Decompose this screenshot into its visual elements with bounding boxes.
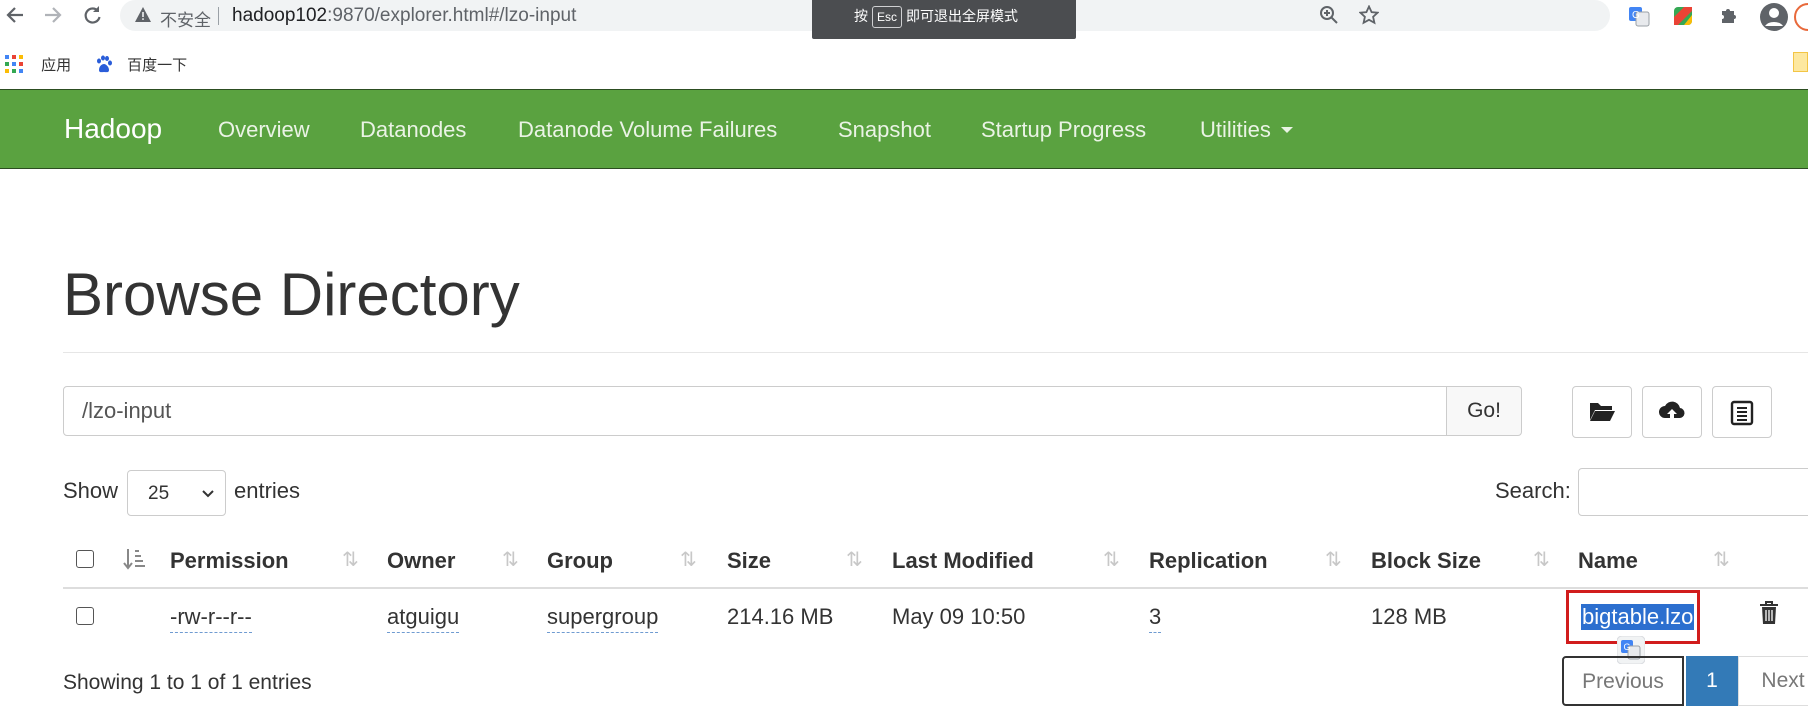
fullscreen-hint: 按 Esc 即可退出全屏模式 <box>812 0 1076 39</box>
entries-per-page-value: 25 <box>148 483 170 504</box>
cell-last-modified: May 09 10:50 <box>892 604 1026 629</box>
svg-text:G: G <box>1632 10 1640 21</box>
go-button[interactable]: Go! <box>1446 386 1522 436</box>
caret-down-icon <box>1281 127 1294 133</box>
pagination-previous[interactable]: Previous <box>1562 656 1684 706</box>
brand-logo[interactable]: Hadoop <box>64 113 162 145</box>
back-icon[interactable] <box>2 4 28 30</box>
hadoop-navbar: Hadoop Overview Datanodes Datanode Volum… <box>0 89 1808 169</box>
cell-group[interactable]: supergroup <box>547 604 659 633</box>
chevron-down-icon <box>201 471 215 536</box>
select-all-checkbox[interactable] <box>76 550 94 568</box>
search-label: Search: <box>1495 478 1571 503</box>
sort-block-size-icon[interactable]: ⇅ <box>1533 547 1550 572</box>
col-size[interactable]: Size <box>727 548 771 574</box>
sort-asc-icon[interactable] <box>123 547 145 577</box>
folder-open-icon <box>1590 403 1615 421</box>
apps-grid-icon <box>5 55 23 73</box>
bookmark-apps-label: 应用 <box>41 57 72 74</box>
other-bookmarks-folder-icon[interactable] <box>1793 52 1808 72</box>
reload-icon[interactable] <box>79 4 105 30</box>
delete-trash-icon[interactable] <box>1759 601 1779 630</box>
browser-toolbar: 不安全 hadoop102:9870/explorer.html#/lzo-in… <box>0 0 1808 39</box>
entries-label: entries <box>234 478 301 503</box>
col-permission[interactable]: Permission <box>170 548 289 574</box>
col-replication[interactable]: Replication <box>1149 548 1268 574</box>
nav-snapshot[interactable]: Snapshot <box>838 117 931 143</box>
profile-badge-icon[interactable] <box>1792 2 1808 32</box>
pagination-next[interactable]: Next <box>1738 656 1808 706</box>
nav-startup-progress[interactable]: Startup Progress <box>981 117 1146 143</box>
pagination-page-1[interactable]: 1 <box>1686 656 1738 706</box>
bookmark-apps[interactable]: 应用 <box>5 54 71 75</box>
cell-size: 214.16 MB <box>727 604 834 629</box>
sort-replication-icon[interactable]: ⇅ <box>1325 547 1342 572</box>
create-directory-button[interactable] <box>1572 386 1632 438</box>
url-path: :9870/explorer.html#/lzo-input <box>327 5 577 26</box>
omnibox-separator <box>218 7 219 25</box>
row-checkbox[interactable] <box>76 607 94 625</box>
zoom-icon[interactable] <box>1317 5 1341 29</box>
table-info: Showing 1 to 1 of 1 entries <box>63 671 312 694</box>
url-host: hadoop102 <box>232 5 328 26</box>
url-text[interactable]: hadoop102:9870/explorer.html#/lzo-input <box>232 5 576 27</box>
show-label: Show <box>63 478 119 503</box>
nav-utilities[interactable]: Utilities <box>1200 117 1294 143</box>
nav-overview[interactable]: Overview <box>218 117 310 143</box>
col-owner[interactable]: Owner <box>387 548 455 574</box>
bookmark-baidu[interactable]: 百度一下 <box>95 54 187 75</box>
insecure-label[interactable]: 不安全 <box>160 6 211 31</box>
baidu-paw-icon <box>97 55 112 73</box>
cell-replication[interactable]: 3 <box>1149 604 1162 633</box>
cell-owner[interactable]: atguigu <box>387 604 460 633</box>
fullscreen-hint-suffix: 即可退出全屏模式 <box>906 8 1019 24</box>
col-last-modified[interactable]: Last Modified <box>892 548 1034 574</box>
sort-owner-icon[interactable]: ⇅ <box>502 547 519 572</box>
list-document-icon <box>1730 400 1754 426</box>
sort-group-icon[interactable]: ⇅ <box>680 547 697 572</box>
forward-icon[interactable] <box>40 4 66 30</box>
sort-size-icon[interactable]: ⇅ <box>846 547 863 572</box>
svg-text:G: G <box>1624 642 1631 652</box>
fullscreen-hint-prefix: 按 <box>854 8 868 24</box>
bookmark-star-icon[interactable] <box>1357 4 1381 29</box>
google-translate-icon[interactable]: G <box>1627 5 1651 29</box>
cell-block-size: 128 MB <box>1371 604 1447 629</box>
warning-icon <box>134 6 152 28</box>
extension-icon[interactable] <box>1671 5 1695 29</box>
cloud-upload-icon <box>1659 401 1685 420</box>
col-block-size[interactable]: Block Size <box>1371 548 1481 574</box>
sort-name-icon[interactable]: ⇅ <box>1713 547 1730 572</box>
upload-button[interactable] <box>1642 386 1702 438</box>
page-title: Browse Directory <box>63 261 520 328</box>
profile-avatar-icon[interactable] <box>1759 2 1789 32</box>
nav-utilities-label: Utilities <box>1200 117 1271 142</box>
extensions-puzzle-icon[interactable] <box>1717 5 1741 29</box>
col-name[interactable]: Name <box>1578 548 1638 574</box>
cell-name-link[interactable]: bigtable.lzo <box>1581 604 1695 630</box>
cut-paste-button[interactable] <box>1712 386 1772 438</box>
nav-volume-failures[interactable]: Datanode Volume Failures <box>518 117 777 143</box>
cell-permission[interactable]: -rw-r--r-- <box>170 604 252 633</box>
bookmark-baidu-label: 百度一下 <box>127 57 188 74</box>
bookmarks-bar: 应用 百度一下 <box>0 46 1808 80</box>
sort-last-modified-icon[interactable]: ⇅ <box>1103 547 1120 572</box>
nav-datanodes[interactable]: Datanodes <box>360 117 466 143</box>
title-divider <box>63 352 1808 353</box>
col-group[interactable]: Group <box>547 548 613 574</box>
search-input[interactable] <box>1578 468 1808 516</box>
entries-per-page-select[interactable]: 25 <box>127 470 226 516</box>
esc-key: Esc <box>872 6 903 28</box>
directory-path-input[interactable]: /lzo-input <box>63 386 1447 436</box>
sort-permission-icon[interactable]: ⇅ <box>342 547 359 572</box>
table-header-divider <box>63 587 1808 589</box>
